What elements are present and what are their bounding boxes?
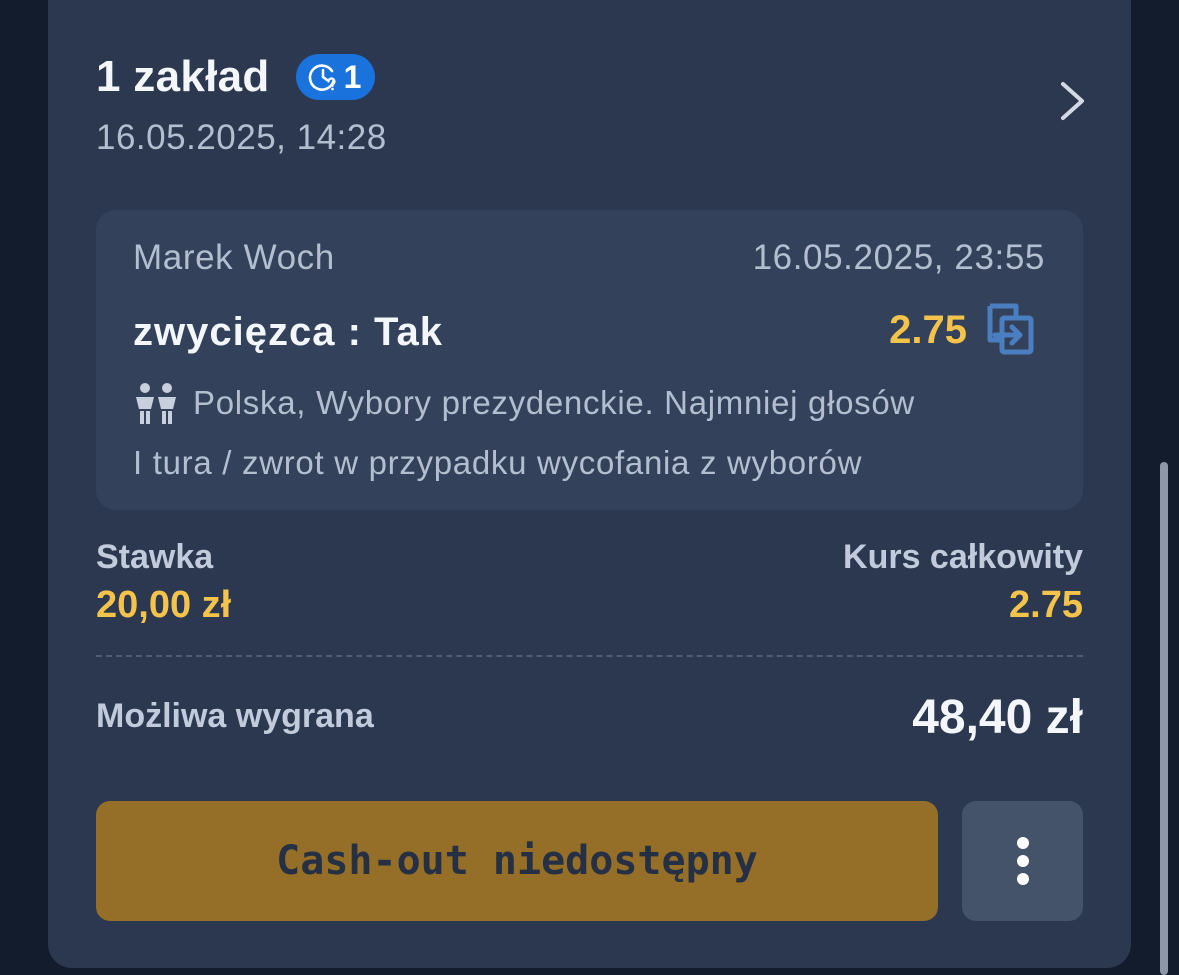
clock-question-icon <box>308 64 336 91</box>
potential-win-value: 48,40 zł <box>912 691 1083 744</box>
cashout-button[interactable]: Cash-out niedostępny <box>96 801 938 921</box>
pending-badge: 1 <box>295 54 376 100</box>
more-options-button[interactable] <box>962 801 1083 921</box>
market-name: I tura / zwrot w przypadku wycofania z w… <box>133 444 863 481</box>
bet-title: 1 zakład <box>96 52 270 101</box>
total-odds-label: Kurs całkowity <box>843 538 1083 576</box>
event-name: Polska, Wybory prezydenckie. Najmniej gł… <box>193 384 915 421</box>
swap-selection-icon[interactable] <box>986 302 1036 356</box>
total-odds-value: 2.75 <box>1009 584 1083 626</box>
bet-placed-date: 16.05.2025, 14:28 <box>96 118 387 157</box>
divider <box>96 655 1083 657</box>
selection-odds: 2.75 <box>889 308 967 352</box>
bet-screen: 1 zakład 1 16.05.2025, 14:28 Marek Woch … <box>0 0 1179 975</box>
chevron-right-icon[interactable] <box>1056 80 1090 122</box>
event-date: 16.05.2025, 23:55 <box>752 238 1045 277</box>
stake-value: 20,00 zł <box>96 584 232 626</box>
more-vertical-icon <box>1016 837 1029 885</box>
event-row: Polska, Wybory prezydenckie. Najmniej gł… <box>133 382 915 424</box>
selection-card: Marek Woch 16.05.2025, 23:55 zwycięzca :… <box>96 210 1083 510</box>
people-icon <box>136 383 176 424</box>
scrollbar[interactable] <box>1160 462 1168 975</box>
potential-win-label: Możliwa wygrana <box>96 697 374 735</box>
bet-card: 1 zakład 1 16.05.2025, 14:28 Marek Woch … <box>48 0 1131 968</box>
selection-name: Marek Woch <box>133 238 335 277</box>
bet-header: 1 zakład 1 <box>96 52 376 102</box>
pending-count: 1 <box>343 58 362 95</box>
selection-pick: zwycięzca : Tak <box>133 310 443 354</box>
stake-label: Stawka <box>96 538 214 576</box>
